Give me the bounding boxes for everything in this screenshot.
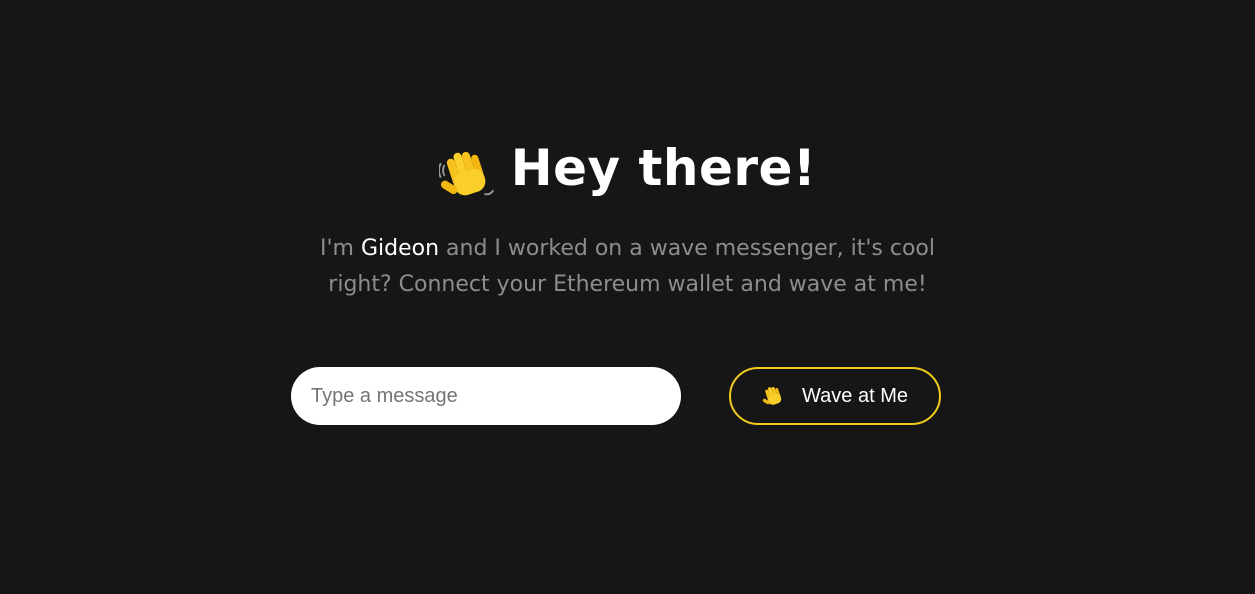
author-name: Gideon xyxy=(360,236,440,261)
intro-line-2: right? Connect your Ethereum wallet and … xyxy=(328,272,927,297)
intro-prefix: I'm xyxy=(319,236,361,261)
intro-line-1-rest: and I worked on a wave messenger, it's c… xyxy=(439,236,935,261)
title-text: Hey there! xyxy=(510,139,817,197)
wave-at-me-button[interactable]: Wave at Me xyxy=(729,367,941,425)
intro-line-1: I'm Gideon and I worked on a wave messen… xyxy=(0,231,1255,267)
hero-section: Hey there! I'm Gideon and I worked on a … xyxy=(0,0,1255,594)
waving-hand-icon xyxy=(762,384,786,408)
intro-text: I'm Gideon and I worked on a wave messen… xyxy=(0,231,1255,303)
page-title: Hey there! xyxy=(0,132,1255,206)
wave-button-label: Wave at Me xyxy=(802,384,908,407)
waving-hand-icon xyxy=(438,134,497,206)
message-input[interactable] xyxy=(291,367,681,425)
